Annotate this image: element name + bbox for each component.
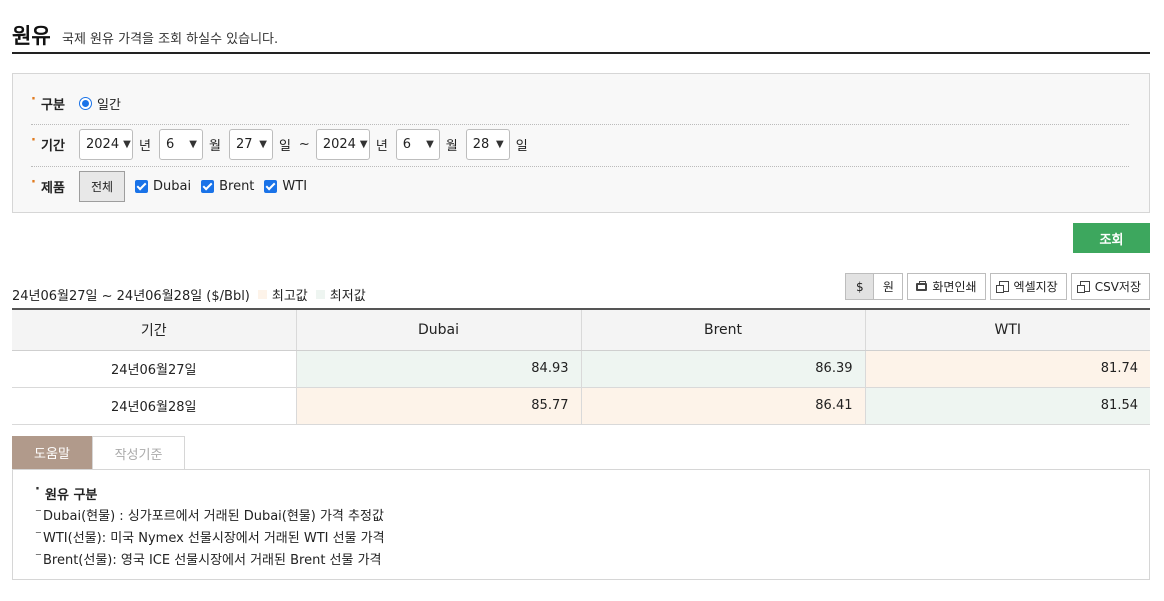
table-row: 24년06월28일 85.77 86.41 81.54: [12, 387, 1150, 425]
page-header: 원유 국제 원유 가격을 조회 하실수 있습니다.: [12, 18, 1150, 54]
print-button[interactable]: 화면인쇄: [907, 273, 986, 300]
range-tilde: ~: [298, 137, 310, 152]
toolbar: $ 원 화면인쇄 엑셀지장 CSV저장: [845, 273, 1150, 300]
save-file-icon: [1076, 281, 1090, 293]
end-day-select[interactable]: 28 ▼: [465, 129, 510, 160]
day-unit: 일: [515, 139, 528, 154]
max-legend-swatch: [257, 290, 267, 299]
min-legend-label: 최저값: [329, 289, 366, 304]
start-month-select[interactable]: 6 ▼: [158, 129, 203, 160]
list-item: ⁻ Dubai(현물) : 싱가포르에서 거래된 Dubai(현물) 가격 추정값: [35, 506, 384, 524]
filter-row-period: · 기간 2024 ▼ 년 6 ▼ 월 27 ▼ 일 ~ 2024 ▼ 년 6 ▼ 월 28…: [31, 124, 1129, 164]
excel-save-button[interactable]: 엑셀지장: [989, 273, 1067, 300]
month-unit: 월: [445, 139, 458, 154]
end-month-select[interactable]: 6 ▼: [395, 129, 440, 160]
start-day-select[interactable]: 27 ▼: [228, 129, 273, 160]
dubai-checkbox[interactable]: [135, 180, 148, 193]
brent-checkbox[interactable]: [201, 180, 215, 193]
dubai-value: 84.93: [295, 350, 581, 388]
period-label: · 기간: [31, 133, 65, 154]
product-label: · 제품: [31, 175, 65, 196]
list-item: ⁻ WTI(선물): 미국 Nymex 선물시장에서 거래된 WTI 선물 가격: [35, 528, 385, 546]
won-toggle[interactable]: 원: [874, 273, 904, 300]
dollar-toggle[interactable]: $: [845, 273, 875, 300]
brent-value: 86.39: [580, 350, 865, 388]
chevron-down-icon: ▼: [496, 139, 504, 150]
price-table: 기간 Dubai Brent WTI 24년06월27일 84.93 86.39…: [12, 308, 1150, 425]
month-unit: 월: [208, 139, 221, 154]
result-summary: 24년06월27일 ~ 24년06월28일 ($/Bbl) 최고값 최저값: [12, 285, 366, 304]
dubai-value: 85.77: [295, 387, 581, 425]
date-range-text: 24년06월27일 ~ 24년06월28일 ($/Bbl): [12, 289, 250, 304]
min-legend-swatch: [315, 290, 325, 299]
chevron-down-icon: ▼: [259, 139, 267, 150]
header-dubai: Dubai: [295, 309, 581, 351]
save-file-icon: [995, 281, 1009, 293]
search-button[interactable]: 조회: [1073, 223, 1150, 253]
table-header-row: 기간 Dubai Brent WTI: [12, 309, 1150, 351]
year-unit: 년: [375, 139, 388, 154]
wti-checkbox[interactable]: [264, 180, 278, 193]
filter-row-product: · 제품 전체 Dubai Brent WTI: [31, 166, 1129, 206]
header-brent: Brent: [580, 309, 865, 351]
table-row: 24년06월27일 84.93 86.39 81.74: [12, 350, 1150, 388]
daily-radio[interactable]: [79, 96, 92, 110]
page-description: 국제 원유 가격을 조회 하실수 있습니다.: [62, 32, 279, 47]
daily-radio-label[interactable]: 일간: [97, 94, 121, 113]
year-unit: 년: [139, 139, 151, 154]
wti-value: 81.74: [864, 350, 1150, 388]
help-panel: · 원유 구분 ⁻ Dubai(현물) : 싱가포르에서 거래된 Dubai(현물)…: [12, 469, 1150, 580]
printer-icon: [916, 280, 928, 291]
wti-value: 81.54: [864, 387, 1150, 425]
wti-checkbox-label[interactable]: WTI: [282, 179, 307, 194]
type-label: · 구분: [31, 91, 65, 113]
end-year-select[interactable]: 2024 ▼: [315, 129, 370, 160]
tab-help[interactable]: 도움말: [12, 436, 92, 469]
chevron-down-icon: ▼: [426, 139, 434, 150]
day-unit: 일: [278, 139, 291, 154]
row-date: 24년06월27일: [12, 350, 296, 388]
chevron-down-icon: ▼: [359, 139, 368, 150]
select-all-button[interactable]: 전체: [79, 171, 125, 202]
chevron-down-icon: ▼: [189, 139, 197, 150]
page-title: 원유: [12, 24, 51, 48]
header-wti: WTI: [864, 309, 1150, 351]
chevron-down-icon: ▼: [123, 139, 131, 150]
brent-checkbox-label[interactable]: Brent: [219, 179, 254, 194]
brent-value: 86.41: [580, 387, 865, 425]
filter-row-type: · 구분 일간: [31, 88, 1129, 118]
row-date: 24년06월28일: [12, 387, 296, 425]
help-title: · 원유 구분: [35, 482, 98, 503]
tab-criteria[interactable]: 작성기준: [92, 436, 185, 469]
max-legend-label: 최고값: [271, 289, 308, 304]
dubai-checkbox-label[interactable]: Dubai: [153, 179, 191, 194]
filter-panel: · 구분 일간 · 기간 2024 ▼ 년 6 ▼ 월 27 ▼ 일 ~ 2024 ▼ 년 …: [12, 73, 1150, 213]
csv-save-button[interactable]: CSV저장: [1070, 273, 1150, 300]
help-tabs: 도움말 작성기준: [12, 436, 185, 469]
start-year-select[interactable]: 2024 ▼: [79, 129, 133, 160]
list-item: ⁻ Brent(선물): 영국 ICE 선물시장에서 거래된 Brent 선물 가…: [35, 550, 382, 568]
header-period: 기간: [12, 309, 296, 351]
